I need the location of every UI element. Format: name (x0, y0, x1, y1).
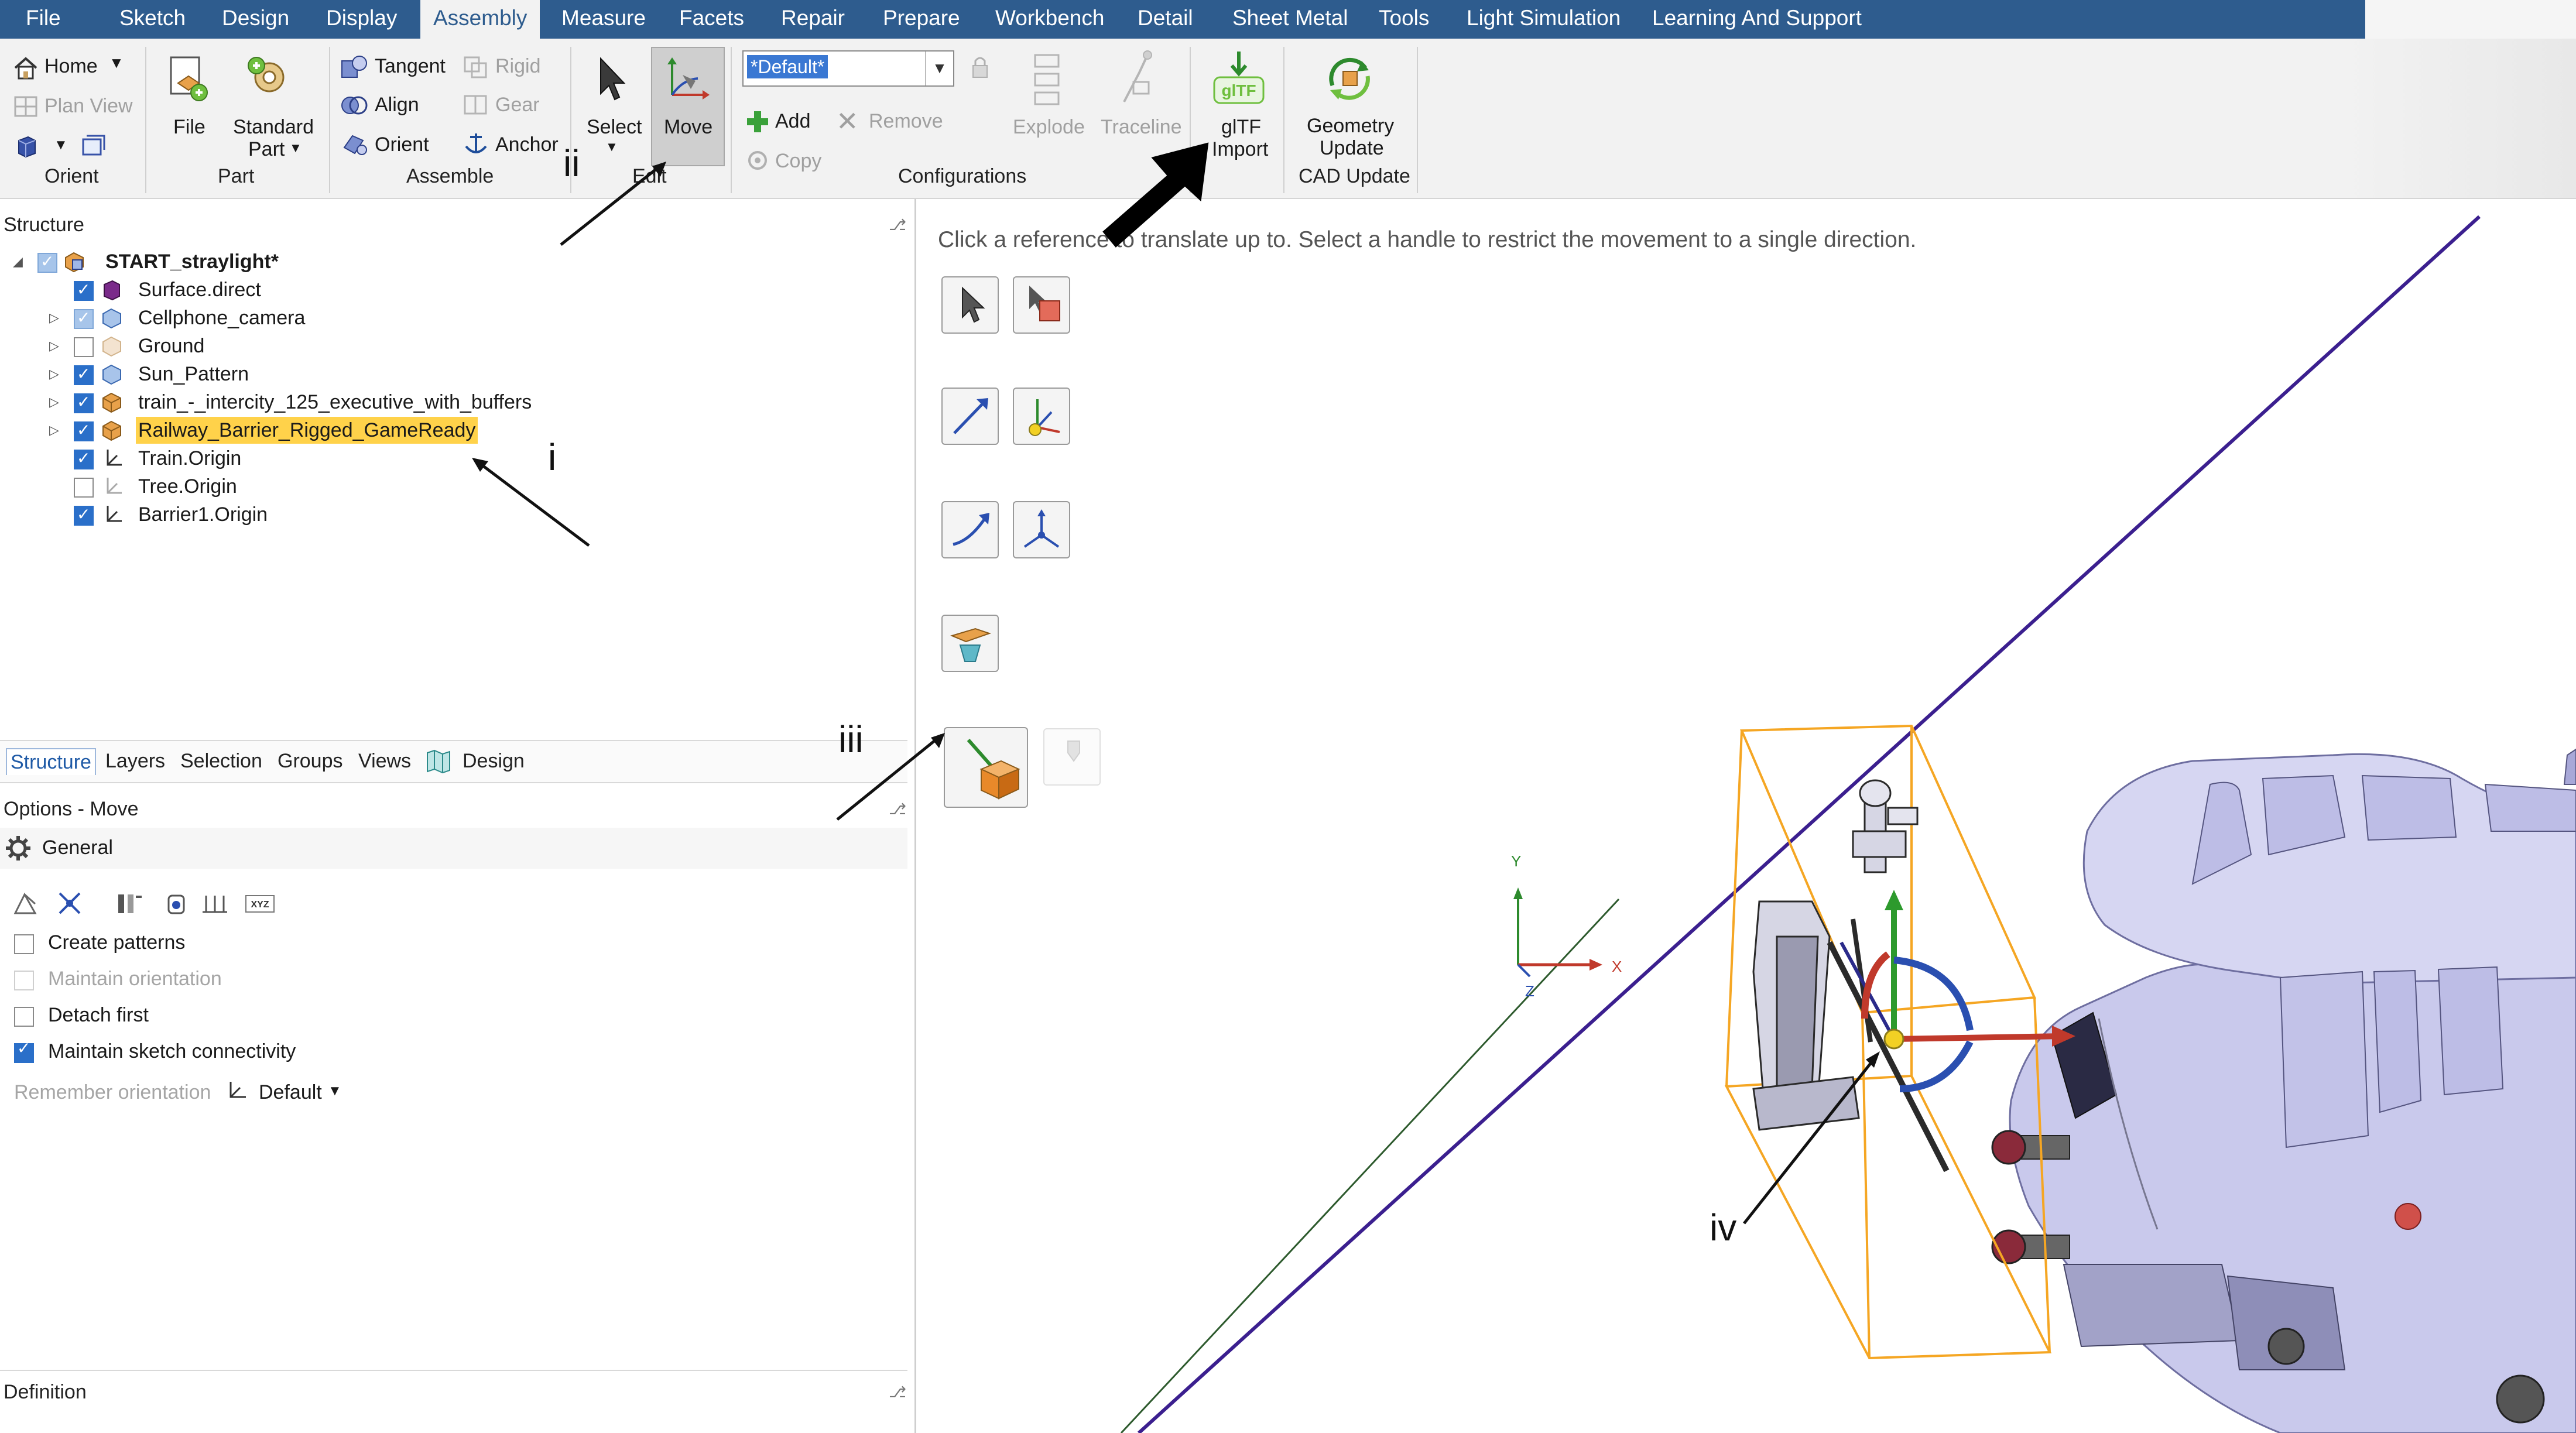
annotation-arrow-i (474, 459, 590, 547)
annotation-label-iii: iii (838, 718, 864, 760)
big-black-arrow-gltf (1102, 142, 1209, 248)
annotation-label-iv: iv (1710, 1206, 1737, 1249)
annotation-label-i: i (548, 436, 557, 478)
annotation-overlay (472, 142, 1209, 821)
annotation-label-ii: ii (563, 142, 580, 184)
